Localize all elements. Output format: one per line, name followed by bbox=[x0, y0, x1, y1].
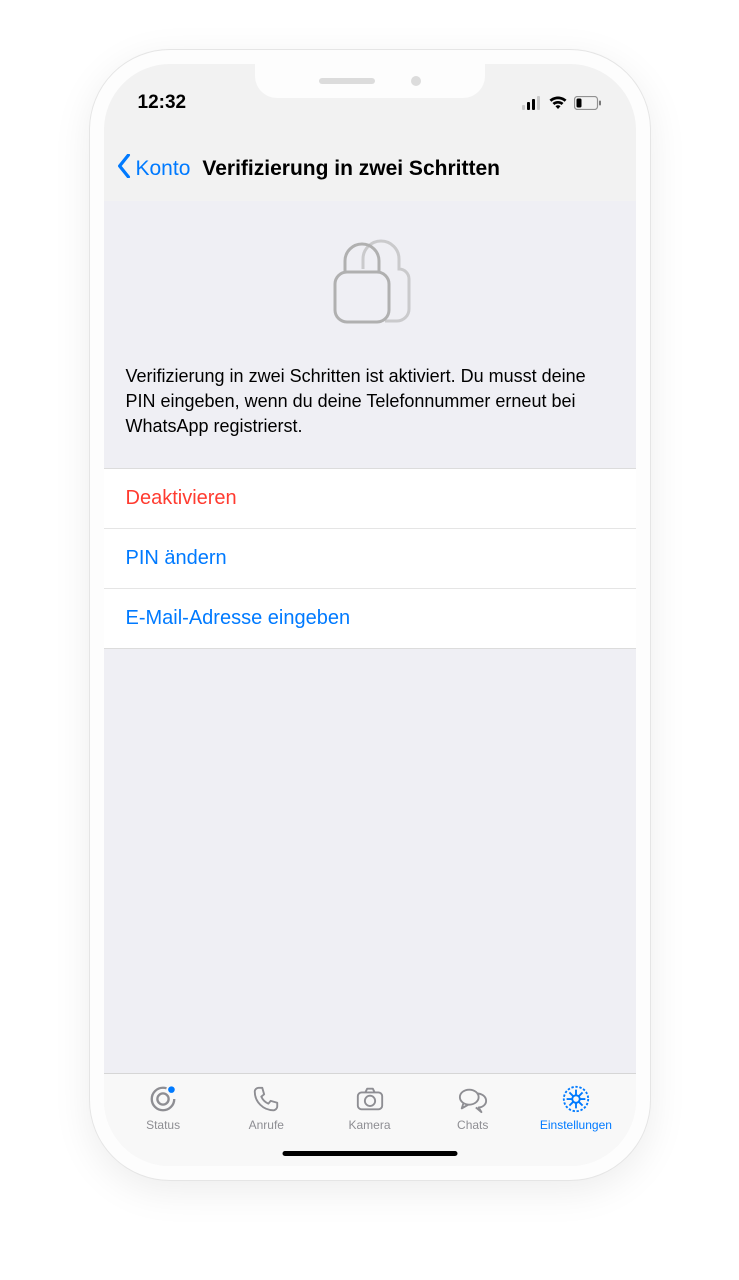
iphone-device-frame: 12:32 Konto Verifizierung in zwei Schrit… bbox=[90, 50, 650, 1180]
lock-icon bbox=[325, 231, 415, 336]
wifi-icon bbox=[548, 96, 568, 110]
tab-settings[interactable]: Einstellungen bbox=[524, 1084, 627, 1132]
battery-icon bbox=[574, 96, 602, 110]
status-icon bbox=[148, 1084, 178, 1114]
back-chevron-icon[interactable] bbox=[116, 154, 132, 183]
tab-label: Status bbox=[146, 1118, 180, 1132]
phone-icon bbox=[251, 1084, 281, 1114]
tab-label: Einstellungen bbox=[540, 1118, 612, 1132]
home-indicator[interactable] bbox=[282, 1151, 457, 1156]
back-button[interactable]: Konto bbox=[136, 157, 191, 181]
tab-camera[interactable]: Kamera bbox=[318, 1084, 421, 1132]
hero-section: Verifizierung in zwei Schritten ist akti… bbox=[104, 201, 636, 468]
settings-gear-icon bbox=[561, 1084, 591, 1114]
tab-calls[interactable]: Anrufe bbox=[215, 1084, 318, 1132]
status-time: 12:32 bbox=[138, 92, 187, 114]
content-filler bbox=[104, 649, 636, 1073]
info-text: Verifizierung in zwei Schritten ist akti… bbox=[126, 364, 614, 440]
enter-email-button[interactable]: E-Mail-Adresse eingeben bbox=[104, 589, 636, 648]
camera-icon bbox=[355, 1084, 385, 1114]
tab-status[interactable]: Status bbox=[112, 1084, 215, 1132]
status-icons bbox=[522, 96, 602, 110]
tab-label: Kamera bbox=[348, 1118, 390, 1132]
tab-label: Chats bbox=[457, 1118, 488, 1132]
tab-chats[interactable]: Chats bbox=[421, 1084, 524, 1132]
change-pin-button[interactable]: PIN ändern bbox=[104, 529, 636, 589]
device-notch bbox=[255, 64, 485, 98]
chats-icon bbox=[458, 1084, 488, 1114]
navigation-bar: Konto Verifizierung in zwei Schritten bbox=[104, 124, 636, 201]
cellular-icon bbox=[522, 96, 542, 110]
page-title: Verifizierung in zwei Schritten bbox=[202, 157, 500, 181]
actions-list: Deaktivieren PIN ändern E-Mail-Adresse e… bbox=[104, 468, 636, 649]
disable-button[interactable]: Deaktivieren bbox=[104, 469, 636, 529]
tab-label: Anrufe bbox=[249, 1118, 284, 1132]
